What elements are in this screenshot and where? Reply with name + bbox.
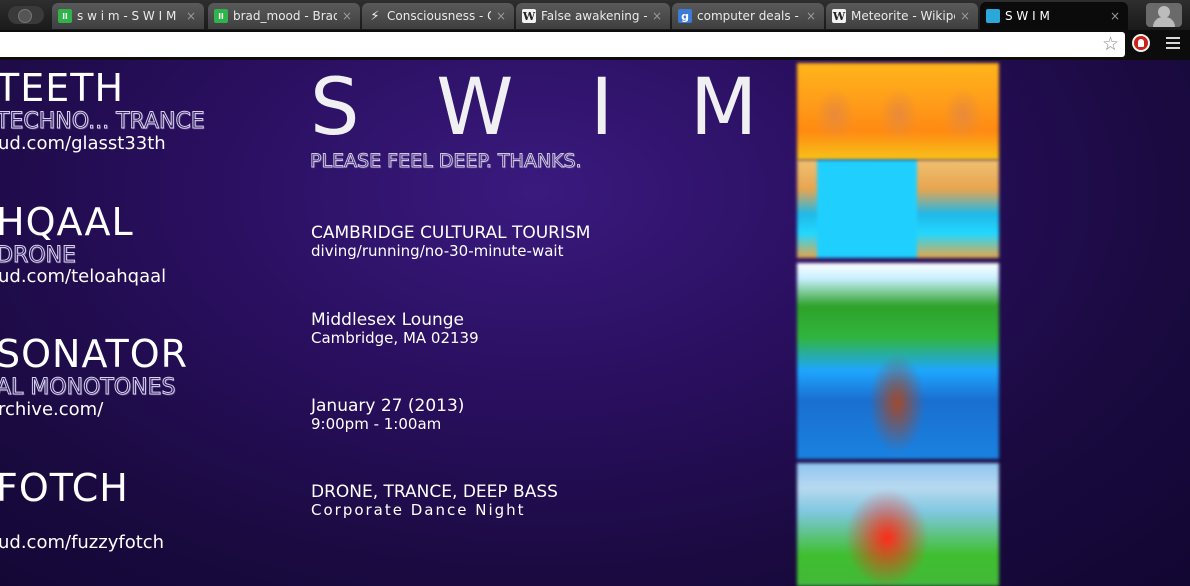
photo-pool bbox=[797, 160, 999, 258]
close-icon[interactable]: × bbox=[1110, 9, 1120, 23]
wikipedia-icon: W bbox=[522, 9, 536, 23]
tab-brad-mood[interactable]: ll brad_mood - Brad_ × bbox=[208, 3, 360, 29]
url-input[interactable] bbox=[0, 32, 1092, 57]
tab-swim-1[interactable]: ll s w i m - S W I M × bbox=[52, 3, 204, 29]
tab-title: False awakening - \ bbox=[541, 9, 647, 23]
event-tagline-heading: CAMBRIDGE CULTURAL TOURISM bbox=[311, 223, 591, 243]
artist-genre: AL MONOTONES bbox=[0, 375, 176, 400]
menu-icon[interactable] bbox=[1166, 37, 1180, 52]
close-icon[interactable]: × bbox=[342, 9, 352, 23]
tab-title: Meteorite - Wikiped bbox=[851, 9, 955, 23]
venue-name: Middlesex Lounge bbox=[311, 310, 465, 330]
close-icon[interactable]: × bbox=[186, 9, 196, 23]
artist-link[interactable]: ud.com/teloahqaal bbox=[0, 267, 166, 287]
event-time: 9:00pm - 1:00am bbox=[311, 415, 442, 433]
tab-title: computer deals - C bbox=[697, 9, 801, 23]
github-icon bbox=[18, 9, 32, 23]
event-genres: DRONE, TRANCE, DEEP BASS bbox=[311, 482, 558, 502]
page-content: TEETH TECHNO... TRANCE ud.com/glasst33th… bbox=[0, 60, 1190, 586]
green-dot-icon: ll bbox=[58, 9, 72, 23]
event-date: January 27 (2013) bbox=[311, 396, 465, 416]
artist-genre: TECHNO... TRANCE bbox=[0, 109, 205, 134]
pinned-tab[interactable] bbox=[8, 6, 44, 24]
event-type: Corporate Dance Night bbox=[311, 501, 526, 519]
swim-icon bbox=[986, 9, 1000, 23]
tab-title: Consciousness - Cl bbox=[387, 9, 491, 23]
close-icon[interactable]: × bbox=[806, 9, 816, 23]
tab-meteorite[interactable]: W Meteorite - Wikiped × bbox=[826, 3, 978, 29]
star-icon[interactable]: ☆ bbox=[1102, 34, 1119, 54]
close-icon[interactable]: × bbox=[652, 9, 662, 23]
page-title: S W I M bbox=[310, 63, 784, 153]
wikipedia-icon: W bbox=[832, 9, 846, 23]
artist-name: FOTCH bbox=[0, 466, 129, 510]
browser-toolbar: ☆ bbox=[0, 30, 1190, 60]
tab-title: s w i m - S W I M bbox=[77, 9, 177, 23]
photo-swimmer bbox=[797, 463, 999, 586]
photo-lake-legs bbox=[797, 263, 999, 459]
tab-title: S W I M bbox=[1005, 9, 1050, 23]
bolt-icon: ⚡ bbox=[370, 8, 380, 24]
user-profile-icon[interactable] bbox=[1146, 3, 1182, 27]
tab-title: brad_mood - Brad_ bbox=[233, 9, 337, 23]
close-icon[interactable]: × bbox=[496, 9, 506, 23]
photo-strip bbox=[797, 63, 999, 586]
close-icon[interactable]: × bbox=[960, 9, 970, 23]
artist-genre: DRONE bbox=[0, 243, 76, 268]
tab-false-awakening[interactable]: W False awakening - \ × bbox=[516, 3, 670, 29]
tab-swim-active[interactable]: S W I M × bbox=[980, 2, 1128, 30]
artist-link[interactable]: ud.com/glasst33th bbox=[0, 134, 166, 154]
address-bar[interactable]: ☆ bbox=[0, 32, 1125, 57]
adblock-icon[interactable] bbox=[1132, 34, 1150, 52]
artist-name: TEETH bbox=[0, 66, 125, 110]
tagline: PLEASE FEEL DEEP. THANKS. bbox=[310, 150, 583, 173]
green-dot-icon: ll bbox=[214, 9, 228, 23]
venue-address: Cambridge, MA 02139 bbox=[311, 329, 479, 347]
google-icon: g bbox=[678, 9, 692, 23]
tab-computer-deals[interactable]: g computer deals - C × bbox=[672, 3, 824, 29]
artist-link[interactable]: ud.com/fuzzyfotch bbox=[0, 533, 164, 553]
artist-link[interactable]: rchive.com/ bbox=[0, 400, 103, 420]
artist-name: SONATOR bbox=[0, 332, 189, 376]
tab-consciousness[interactable]: ⚡ Consciousness - Cl × bbox=[362, 3, 514, 29]
artist-name: HQAAL bbox=[0, 200, 134, 244]
tab-strip: ll s w i m - S W I M × ll brad_mood - Br… bbox=[0, 0, 1190, 30]
event-tagline-sub: diving/running/no-30-minute-wait bbox=[311, 242, 564, 260]
photo-faces bbox=[797, 63, 999, 160]
